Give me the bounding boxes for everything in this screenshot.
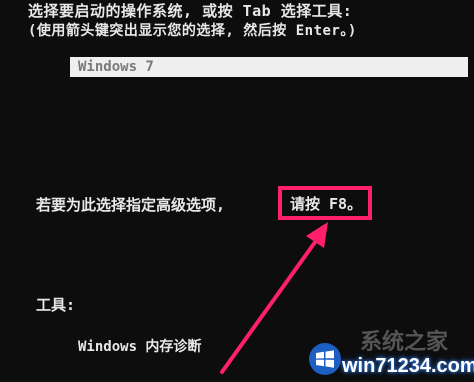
windows-logo-icon [309,343,341,375]
instruction-line-1: 选择要启动的操作系统, 或按 Tab 选择工具: [28,2,353,20]
boot-manager-screen: 选择要启动的操作系统, 或按 Tab 选择工具: (使用箭头键突出显示您的选择,… [0,0,474,382]
tools-heading: 工具: [36,296,76,314]
watermark-faint-text: 系统之家 [360,330,449,355]
watermark-text: win71234.com [342,355,474,377]
f8-key-hint: 请按 F8。 [290,195,363,213]
tool-item-memory-diagnostic[interactable]: Windows 内存诊断 [78,338,201,356]
os-item-windows-7[interactable]: Windows 7 [70,57,468,77]
watermark: 系统之家 win71234.com [300,330,474,382]
instruction-line-2: (使用箭头键突出显示您的选择, 然后按 Enter。) [28,23,357,39]
advanced-options-prompt: 若要为此选择指定高级选项, [36,196,226,214]
